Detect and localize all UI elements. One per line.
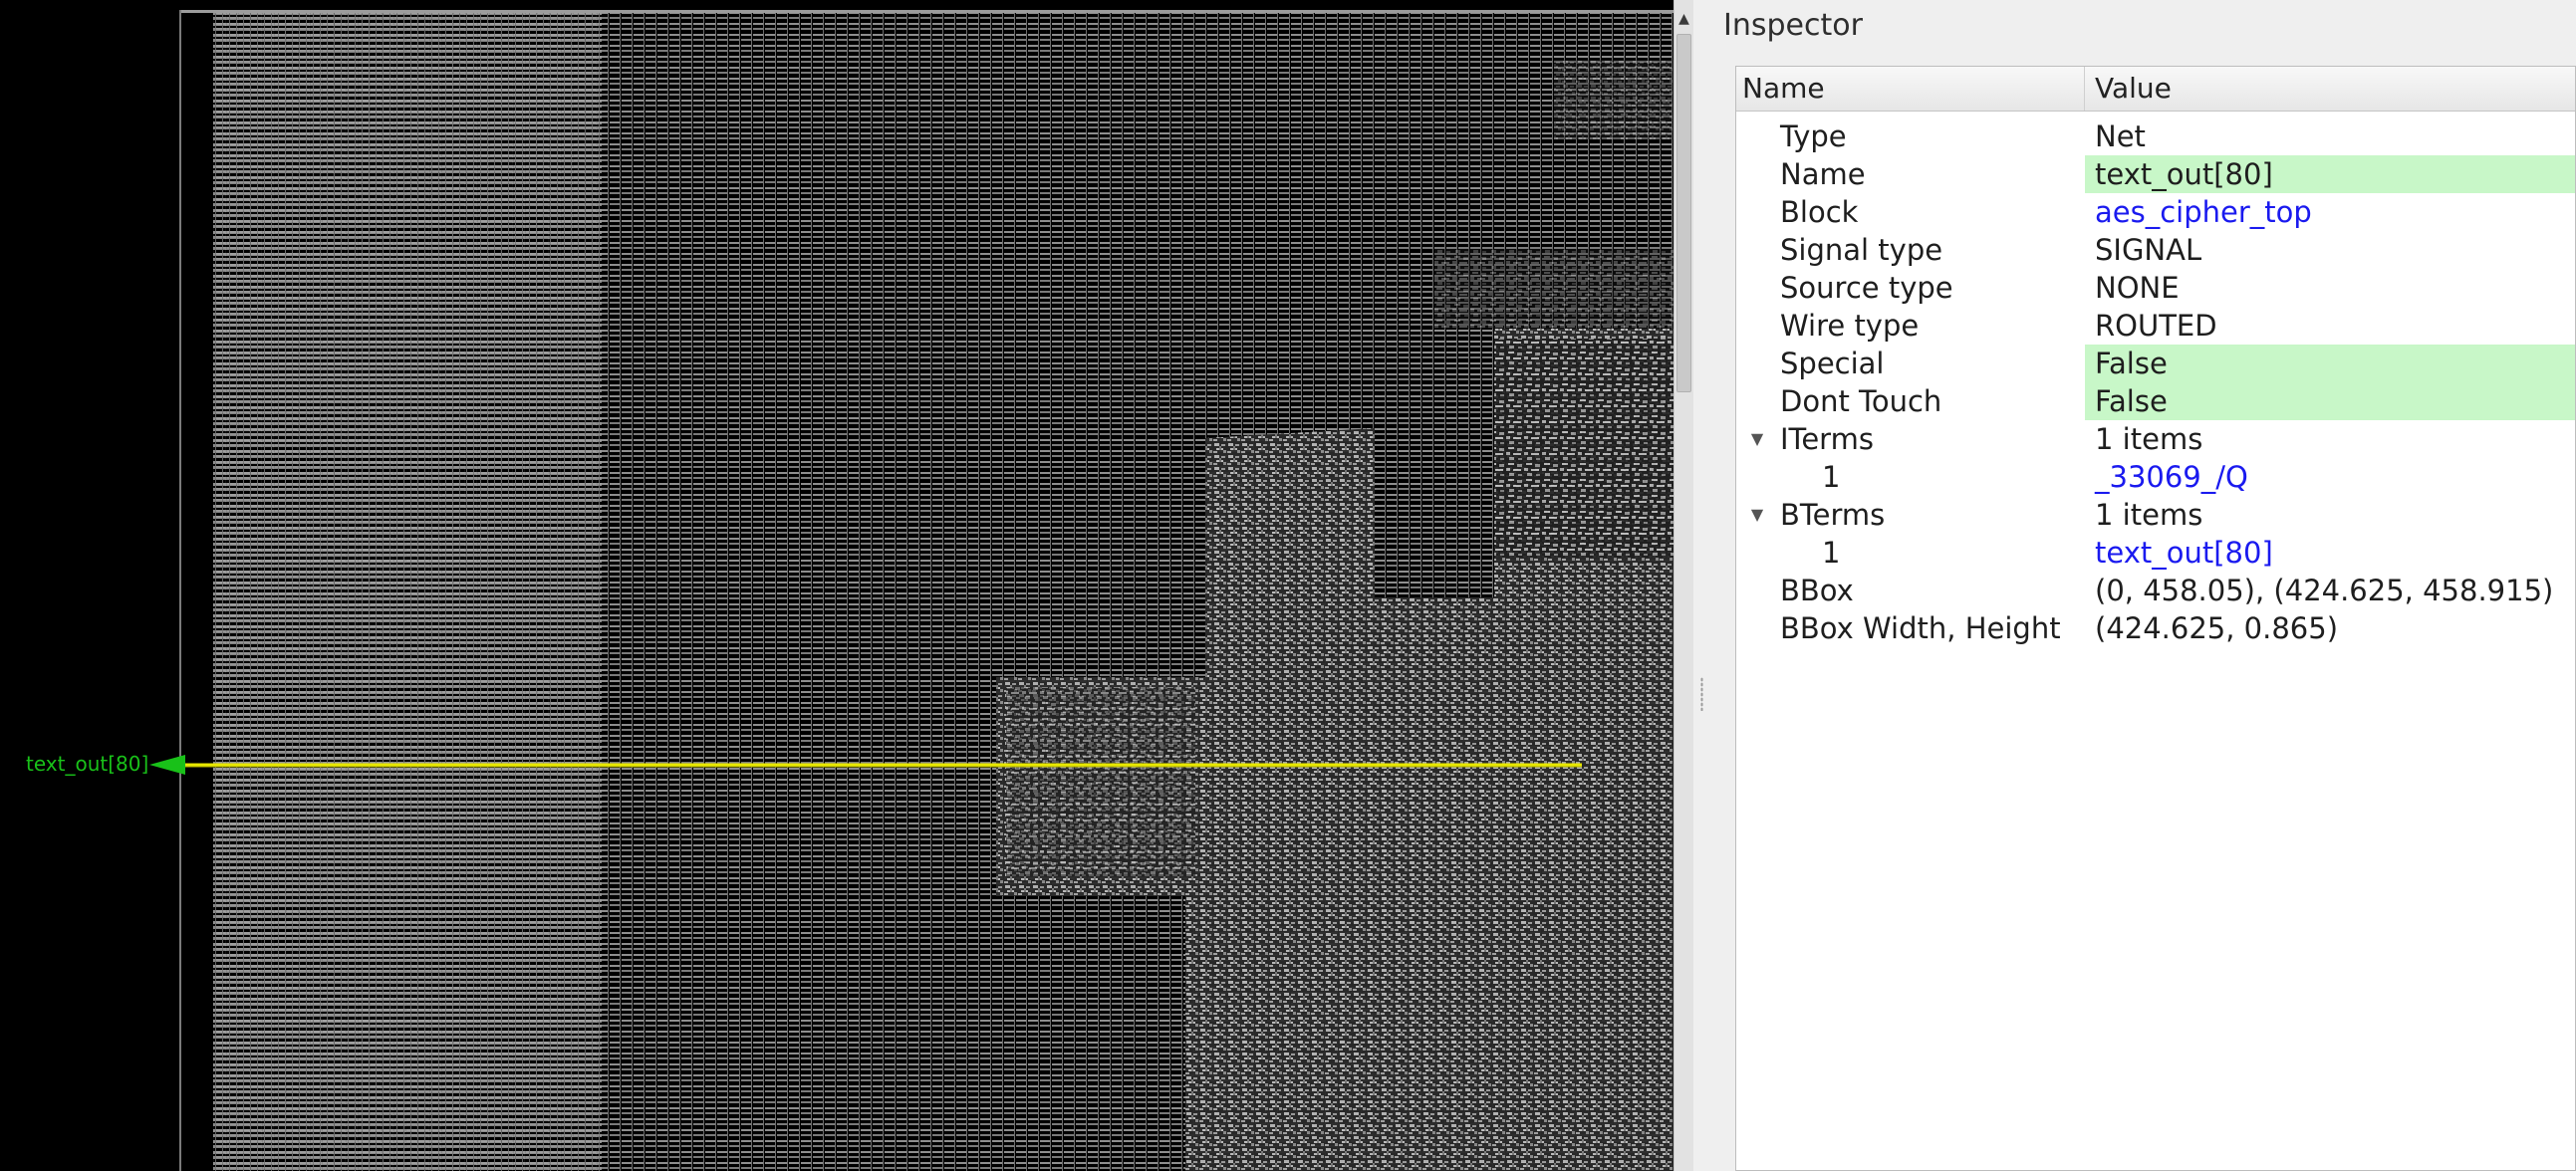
row-value-link[interactable]: aes_cipher_top xyxy=(2085,193,2575,231)
tree-row-type[interactable]: Type Net xyxy=(1736,117,2575,155)
tree-row-dont-touch[interactable]: Dont Touch False xyxy=(1736,382,2575,420)
inspector-title: Inspector xyxy=(1723,8,1863,43)
pin-label: text_out[80] xyxy=(26,752,149,776)
tree-rows: Type Net Name text_out[80] Block aes_cip… xyxy=(1736,112,2575,647)
triangle-down-icon[interactable]: ▼ xyxy=(1742,420,1772,458)
row-value-link[interactable]: text_out[80] xyxy=(2085,534,2575,572)
row-value-editable[interactable]: False xyxy=(2085,345,2575,382)
row-name: Signal type xyxy=(1780,233,1943,267)
inspector-tree[interactable]: Name Value Type Net Name text_out[80] Bl… xyxy=(1735,66,2576,1171)
tree-row-bbox[interactable]: BBox (0, 458.05), (424.625, 458.915) xyxy=(1736,572,2575,609)
row-name: Name xyxy=(1780,157,1866,191)
dock-splitter[interactable] xyxy=(1693,0,1711,1171)
row-value: ROUTED xyxy=(2095,309,2217,343)
row-name: 1 xyxy=(1822,536,1841,570)
splitter-grip-icon[interactable] xyxy=(1700,677,1703,711)
row-name-wrap: ▼ BTerms xyxy=(1736,496,2085,534)
column-header-value[interactable]: Value xyxy=(2085,67,2575,111)
tree-row-block[interactable]: Block aes_cipher_top xyxy=(1736,193,2575,231)
arrow-up-icon[interactable]: ▲ xyxy=(1674,8,1693,30)
row-value: NONE xyxy=(2095,271,2180,305)
tree-row-wire-type[interactable]: Wire type ROUTED xyxy=(1736,307,2575,345)
row-value-link[interactable]: _33069_/Q xyxy=(2085,458,2575,496)
layout-viewer[interactable]: text_out[80] xyxy=(0,0,1674,1171)
row-name: Source type xyxy=(1780,271,1953,305)
row-name: Wire type xyxy=(1780,309,1920,343)
tree-row-bterm-1[interactable]: 1 text_out[80] xyxy=(1736,534,2575,572)
tree-row-bterms[interactable]: ▼ BTerms 1 items xyxy=(1736,496,2575,534)
tree-row-source-type[interactable]: Source type NONE xyxy=(1736,269,2575,307)
row-name: BBox Width, Height xyxy=(1780,611,2061,645)
row-name: Dont Touch xyxy=(1780,384,1942,418)
tree-header: Name Value xyxy=(1736,67,2575,112)
row-value-editable[interactable]: False xyxy=(2085,382,2575,420)
column-header-name[interactable]: Name xyxy=(1736,67,2085,111)
row-value: 1 items xyxy=(2095,422,2203,456)
scrollbar-thumb[interactable] xyxy=(1676,34,1691,392)
row-value: Net xyxy=(2095,119,2146,153)
row-name: BBox xyxy=(1780,574,1854,607)
row-value-editable[interactable]: text_out[80] xyxy=(2085,155,2575,193)
row-value: (424.625, 0.865) xyxy=(2095,611,2339,645)
row-value: 1 items xyxy=(2095,498,2203,532)
inspector-dock: Inspector Name Value Type Net Name text_… xyxy=(1711,0,2576,1171)
tree-row-iterm-1[interactable]: 1 _33069_/Q xyxy=(1736,458,2575,496)
row-name: Special xyxy=(1780,347,1885,380)
app-window: text_out[80] ▲ Inspector Name Value Type… xyxy=(0,0,2576,1171)
row-name: Type xyxy=(1780,119,1847,153)
tree-row-iterms[interactable]: ▼ ITerms 1 items xyxy=(1736,420,2575,458)
tree-row-signal-type[interactable]: Signal type SIGNAL xyxy=(1736,231,2575,269)
row-name-wrap: ▼ ITerms xyxy=(1736,420,2085,458)
row-name: ITerms xyxy=(1780,422,1874,456)
viewer-vertical-scrollbar[interactable]: ▲ xyxy=(1674,0,1693,1171)
tree-row-name[interactable]: Name text_out[80] xyxy=(1736,155,2575,193)
triangle-down-icon[interactable]: ▼ xyxy=(1742,496,1772,534)
row-value: SIGNAL xyxy=(2095,233,2202,267)
row-name: 1 xyxy=(1822,460,1841,494)
row-name: Block xyxy=(1780,195,1859,229)
tree-row-special[interactable]: Special False xyxy=(1736,345,2575,382)
tree-row-bbox-size[interactable]: BBox Width, Height (424.625, 0.865) xyxy=(1736,609,2575,647)
row-name: BTerms xyxy=(1780,498,1886,532)
row-value: (0, 458.05), (424.625, 458.915) xyxy=(2095,574,2554,607)
layout-canvas[interactable] xyxy=(0,0,1674,1171)
